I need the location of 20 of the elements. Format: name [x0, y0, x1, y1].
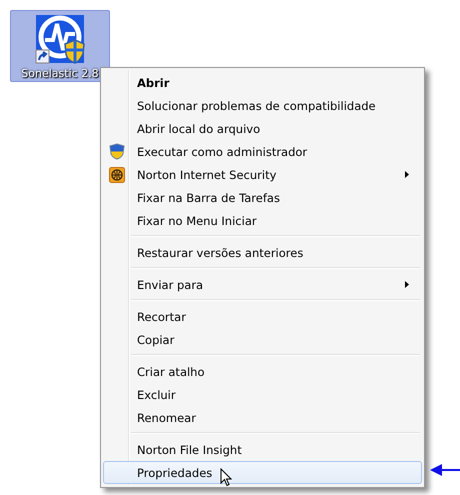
menu-item[interactable]: Recortar — [103, 305, 422, 328]
menu-item[interactable]: Fixar na Barra de Tarefas — [103, 186, 422, 209]
menu-item[interactable]: Copiar — [103, 328, 422, 351]
menu-item[interactable]: Propriedades — [103, 461, 422, 484]
menu-item[interactable]: Solucionar problemas de compatibilidade — [103, 94, 422, 117]
menu-item[interactable]: Enviar para — [103, 273, 422, 296]
menu-item[interactable]: Excluir — [103, 383, 422, 406]
globe-icon — [109, 166, 125, 182]
app-icon — [35, 14, 85, 64]
shield-icon — [109, 143, 125, 160]
shortcut-label: Sonelastic 2.8 — [21, 67, 99, 80]
menu-item[interactable]: Fixar no Menu Iniciar — [103, 209, 422, 232]
arrow-icon — [430, 464, 460, 476]
menu-item[interactable]: Renomear — [103, 406, 422, 429]
menu-item[interactable]: Norton Internet Security — [103, 163, 422, 186]
menu-item[interactable]: Restaurar versões anteriores — [103, 241, 422, 264]
menu-item[interactable]: Executar como administrador — [103, 140, 422, 163]
menu-item[interactable]: Criar atalho — [103, 360, 422, 383]
menu-item[interactable]: Abrir local do arquivo — [103, 117, 422, 140]
menu-item[interactable]: Norton File Insight — [103, 438, 422, 461]
